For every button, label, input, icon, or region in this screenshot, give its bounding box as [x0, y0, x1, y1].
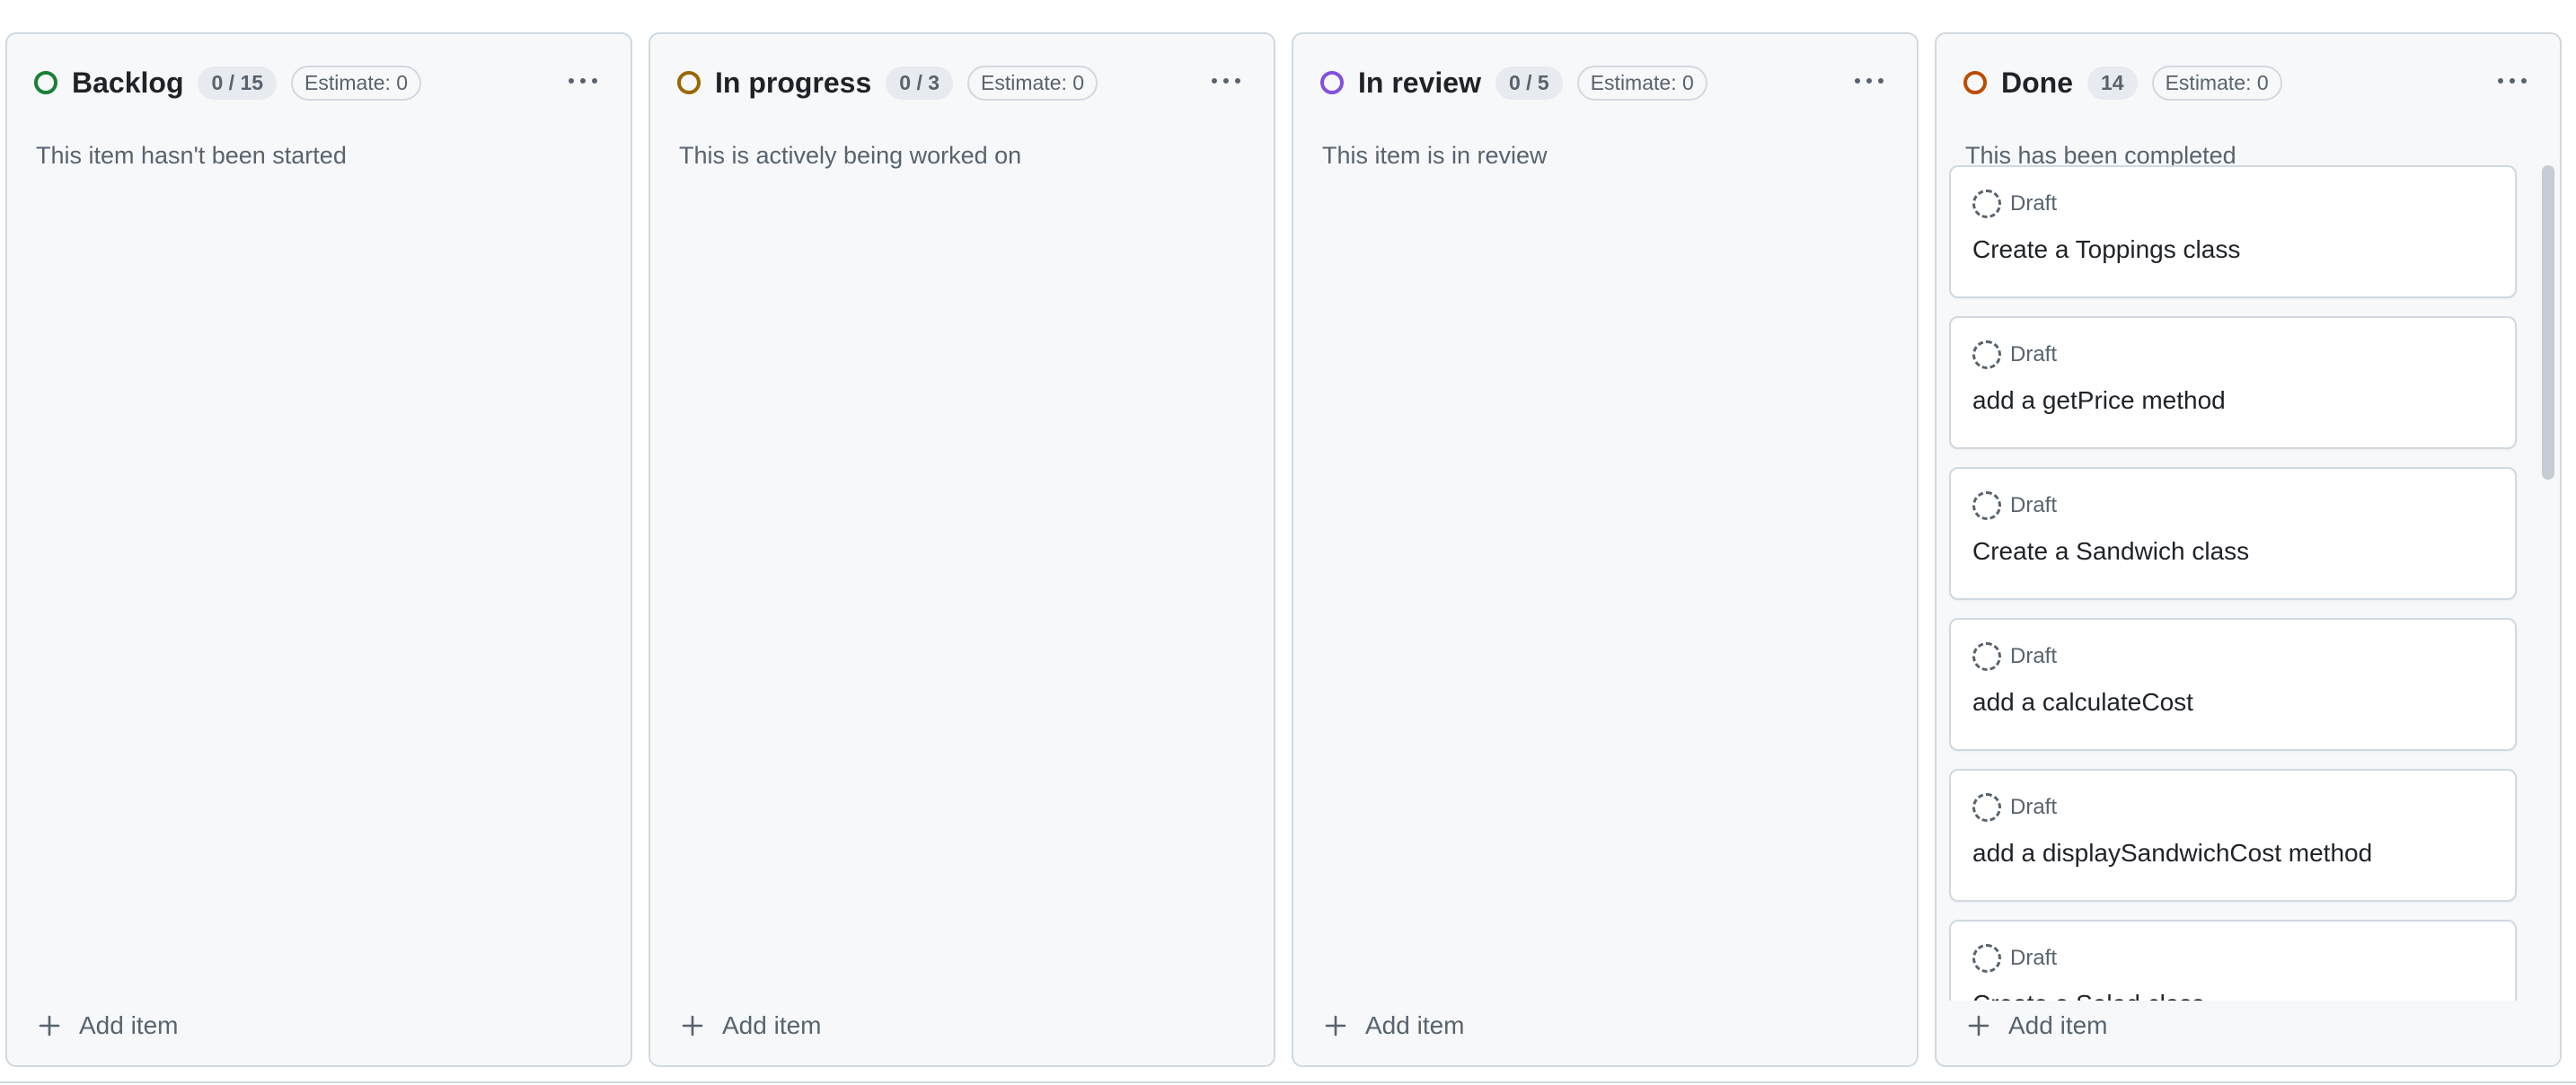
column-more-options-button[interactable]	[562, 63, 604, 99]
column-header: Backlog 0 / 15 Estimate: 0	[34, 59, 604, 106]
card-type-label: Draft	[2010, 795, 2058, 819]
draft-issue-icon	[1972, 944, 2001, 973]
add-item-button[interactable]: Add item	[681, 1006, 822, 1045]
card-title[interactable]: add a getPrice method	[1972, 386, 2493, 415]
column-header: In progress 0 / 3 Estimate: 0	[677, 59, 1247, 106]
card-type-label: Draft	[2010, 191, 2058, 216]
kebab-horizontal-icon	[569, 78, 574, 84]
card-list-scrollbar[interactable]	[2542, 165, 2554, 1001]
divider	[0, 1081, 2576, 1083]
column-more-options-button[interactable]	[2492, 63, 2533, 99]
status-circle-icon	[677, 71, 701, 94]
draft-issue-icon	[1972, 793, 2001, 822]
add-item-label: Add item	[2008, 1011, 2108, 1039]
card-type-label: Draft	[2010, 946, 2058, 970]
draft-card[interactable]: Draft add a displaySandwichCost method	[1949, 769, 2517, 902]
column-description: This item hasn't been started	[36, 142, 347, 169]
column-done: Done 14 Estimate: 0 This has been comple…	[1935, 32, 2562, 1067]
status-circle-icon	[34, 71, 57, 94]
plus-icon	[39, 1015, 60, 1036]
plus-icon	[1325, 1015, 1346, 1036]
plus-icon	[682, 1015, 703, 1036]
card-meta: Draft	[1972, 943, 2493, 974]
card-title[interactable]: add a displaySandwichCost method	[1972, 839, 2493, 868]
estimate-badge: Estimate: 0	[291, 65, 422, 101]
card-title[interactable]: Create a Sandwich class	[1972, 537, 2493, 566]
column-description: This item is in review	[1322, 142, 1548, 169]
column-title: In review	[1358, 66, 1481, 99]
draft-issue-icon	[1972, 190, 2001, 218]
card-list: Draft Create a Toppings class Draft add …	[1949, 165, 2536, 1001]
add-item-button[interactable]: Add item	[1324, 1006, 1465, 1045]
estimate-badge: Estimate: 0	[2151, 65, 2282, 101]
plus-icon	[1968, 1015, 1989, 1036]
item-count-badge: 14	[2087, 66, 2138, 100]
project-board: Backlog 0 / 15 Estimate: 0 This item has…	[5, 32, 2562, 1067]
card-type-label: Draft	[2010, 342, 2058, 366]
card-title[interactable]: Create a Toppings class	[1972, 235, 2493, 264]
card-title[interactable]: add a calculateCost	[1972, 688, 2493, 717]
add-item-label: Add item	[1365, 1011, 1465, 1039]
item-count-badge: 0 / 15	[198, 66, 278, 100]
draft-card[interactable]: Draft add a getPrice method	[1949, 316, 2517, 449]
column-in-review: In review 0 / 5 Estimate: 0 This item is…	[1292, 32, 1919, 1067]
card-meta: Draft	[1972, 189, 2493, 219]
card-meta: Draft	[1972, 490, 2493, 521]
card-meta: Draft	[1972, 641, 2493, 672]
kebab-horizontal-icon	[1212, 78, 1217, 84]
kebab-horizontal-icon	[1855, 78, 1860, 84]
estimate-badge: Estimate: 0	[967, 65, 1098, 101]
add-item-label: Add item	[79, 1011, 179, 1039]
card-meta: Draft	[1972, 792, 2493, 823]
card-title[interactable]: Create a Salad class	[1972, 990, 2493, 1001]
column-more-options-button[interactable]	[1205, 63, 1247, 99]
card-type-label: Draft	[2010, 493, 2058, 517]
scrollbar-thumb[interactable]	[2542, 165, 2554, 480]
draft-card[interactable]: Draft Create a Sandwich class	[1949, 467, 2517, 600]
column-description: This is actively being worked on	[679, 142, 1022, 169]
estimate-badge: Estimate: 0	[1576, 65, 1707, 101]
draft-card[interactable]: Draft Create a Toppings class	[1949, 165, 2517, 298]
item-count-badge: 0 / 3	[886, 66, 954, 100]
card-meta: Draft	[1972, 340, 2493, 370]
item-count-badge: 0 / 5	[1495, 66, 1563, 100]
column-header: In review 0 / 5 Estimate: 0	[1320, 59, 1890, 106]
card-type-label: Draft	[2010, 644, 2058, 668]
column-title: Done	[2001, 66, 2073, 99]
kebab-horizontal-icon	[2498, 78, 2503, 84]
draft-issue-icon	[1972, 642, 2001, 671]
draft-issue-icon	[1972, 491, 2001, 520]
add-item-button[interactable]: Add item	[1967, 1006, 2108, 1045]
status-circle-icon	[1963, 71, 1987, 94]
draft-card[interactable]: Draft Create a Salad class	[1949, 920, 2517, 1001]
column-title: In progress	[715, 66, 872, 99]
add-item-label: Add item	[722, 1011, 822, 1039]
column-title: Backlog	[72, 66, 184, 99]
draft-issue-icon	[1972, 340, 2001, 369]
column-header: Done 14 Estimate: 0	[1963, 59, 2533, 106]
status-circle-icon	[1320, 71, 1344, 94]
column-in-progress: In progress 0 / 3 Estimate: 0 This is ac…	[648, 32, 1275, 1067]
draft-card[interactable]: Draft add a calculateCost	[1949, 618, 2517, 751]
column-backlog: Backlog 0 / 15 Estimate: 0 This item has…	[5, 32, 632, 1067]
add-item-button[interactable]: Add item	[38, 1006, 179, 1045]
column-more-options-button[interactable]	[1848, 63, 1890, 99]
